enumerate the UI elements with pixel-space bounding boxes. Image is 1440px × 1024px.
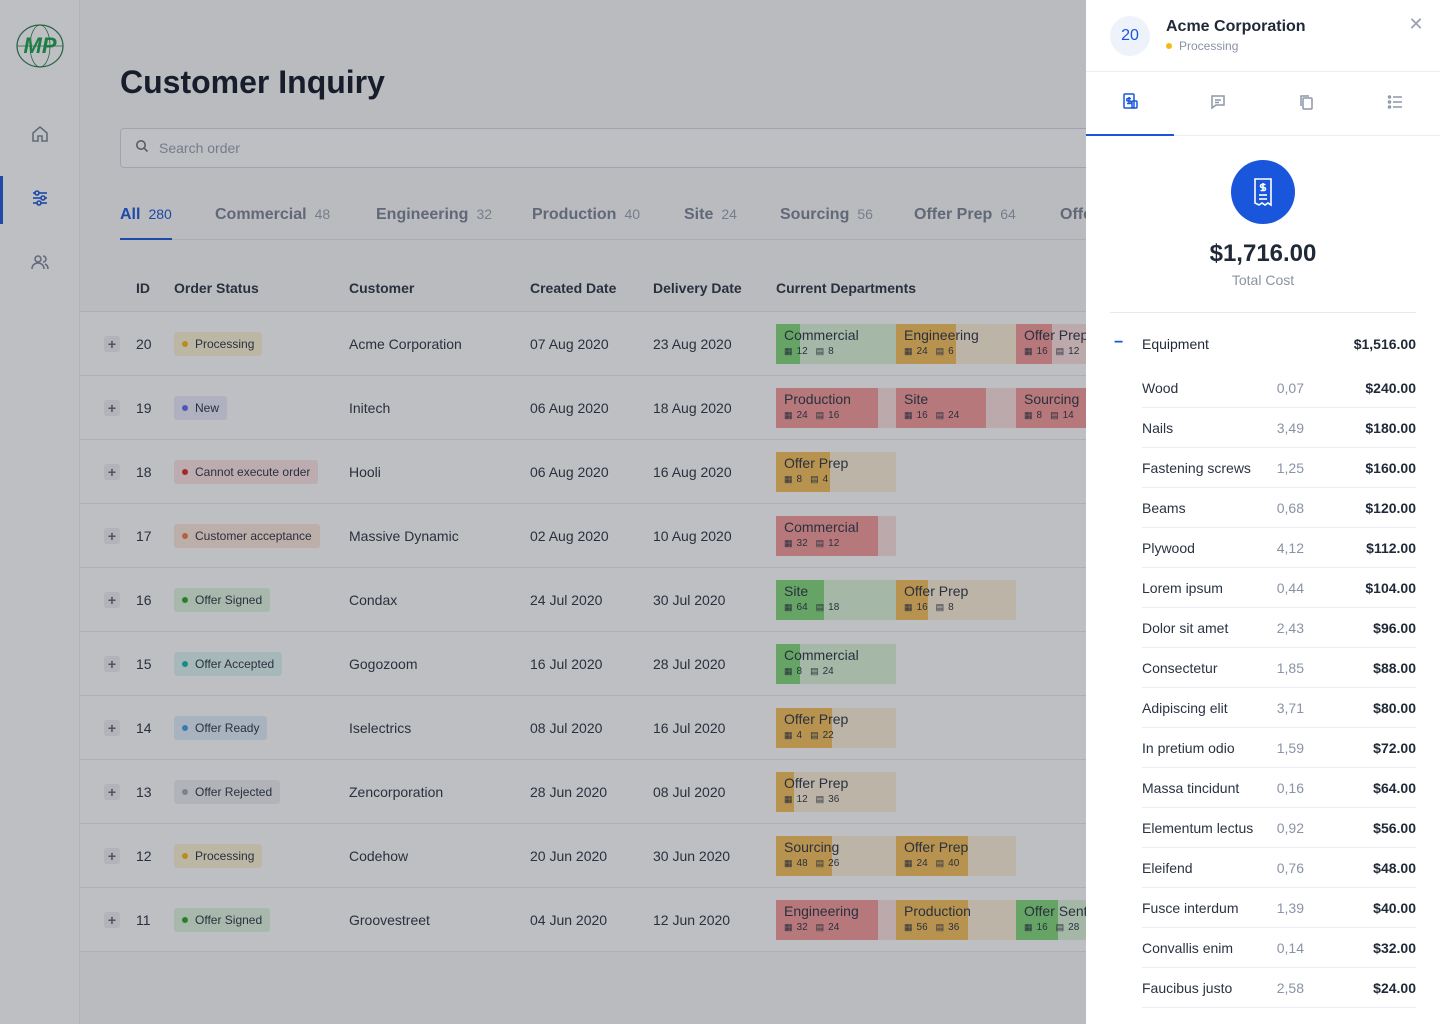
- item-amount: $180.00: [1365, 420, 1416, 436]
- order-id-avatar: 20: [1110, 16, 1150, 56]
- cost-item[interactable]: Massa tincidunt 0,16 $64.00: [1142, 768, 1416, 808]
- item-name: Adipiscing elit: [1142, 700, 1228, 716]
- item-name: Fusce interdum: [1142, 900, 1239, 916]
- item-quantity: 0,92: [1276, 820, 1304, 836]
- panel-status: Processing: [1166, 39, 1238, 53]
- item-amount: $64.00: [1373, 780, 1416, 796]
- cost-item[interactable]: Beams 0,68 $120.00: [1142, 488, 1416, 528]
- item-amount: $32.00: [1373, 940, 1416, 956]
- copy-icon: [1297, 93, 1315, 116]
- category-equipment[interactable]: − Equipment $1,516.00: [1110, 330, 1416, 358]
- category-amount: $1,516.00: [1353, 336, 1416, 352]
- item-name: Fastening screws: [1142, 460, 1251, 476]
- item-name: In pretium odio: [1142, 740, 1235, 756]
- item-quantity: 0,76: [1276, 860, 1304, 876]
- item-amount: $120.00: [1365, 500, 1416, 516]
- cost-item[interactable]: Plywood 4,12 $112.00: [1142, 528, 1416, 568]
- list-icon: [1386, 93, 1404, 116]
- invoice-icon: [1121, 92, 1139, 115]
- cost-item[interactable]: Fastening screws 1,25 $160.00: [1142, 448, 1416, 488]
- item-name: Faucibus justo: [1142, 980, 1233, 996]
- category-name: Equipment: [1142, 336, 1209, 352]
- comments-icon: [1209, 93, 1227, 116]
- item-amount: $88.00: [1373, 660, 1416, 676]
- cost-item[interactable]: Elementum lectus 0,92 $56.00: [1142, 808, 1416, 848]
- cost-item[interactable]: Fusce interdum 1,39 $40.00: [1142, 888, 1416, 928]
- item-amount: $96.00: [1373, 620, 1416, 636]
- close-icon[interactable]: ✕: [1406, 14, 1426, 34]
- total-cost-label: Total Cost: [1231, 272, 1295, 288]
- cost-item[interactable]: Faucibus justo 2,58 $24.00: [1142, 968, 1416, 1008]
- item-name: Wood: [1142, 380, 1179, 396]
- item-name: Eleifend: [1142, 860, 1193, 876]
- item-quantity: 1,85: [1276, 660, 1304, 676]
- item-amount: $160.00: [1365, 460, 1416, 476]
- item-quantity: 0,16: [1276, 780, 1304, 796]
- cost-item[interactable]: Adipiscing elit 3,71 $80.00: [1142, 688, 1416, 728]
- item-quantity: 2,58: [1276, 980, 1304, 996]
- collapse-icon[interactable]: −: [1114, 334, 1123, 352]
- tab-list[interactable]: [1351, 72, 1439, 136]
- item-quantity: 1,39: [1276, 900, 1304, 916]
- item-amount: $48.00: [1373, 860, 1416, 876]
- item-amount: $40.00: [1373, 900, 1416, 916]
- item-name: Dolor sit amet: [1142, 620, 1229, 636]
- item-name: Convallis enim: [1142, 940, 1234, 956]
- item-amount: $240.00: [1365, 380, 1416, 396]
- item-quantity: 2,43: [1276, 620, 1304, 636]
- item-quantity: 1,25: [1276, 460, 1304, 476]
- cost-item[interactable]: In pretium odio 1,59 $72.00: [1142, 728, 1416, 768]
- item-amount: $24.00: [1373, 980, 1416, 996]
- cost-item[interactable]: Lorem ipsum 0,44 $104.00: [1142, 568, 1416, 608]
- item-name: Lorem ipsum: [1142, 580, 1223, 596]
- item-amount: $56.00: [1373, 820, 1416, 836]
- item-quantity: 3,71: [1276, 700, 1304, 716]
- cost-item[interactable]: Eleifend 0,76 $48.00: [1142, 848, 1416, 888]
- receipt-icon: [1231, 160, 1295, 224]
- item-name: Consectetur: [1142, 660, 1218, 676]
- item-amount: $112.00: [1366, 540, 1416, 556]
- item-name: Elementum lectus: [1142, 820, 1254, 836]
- item-quantity: 0,44: [1276, 580, 1304, 596]
- panel-status-label: Processing: [1179, 39, 1239, 53]
- item-name: Massa tincidunt: [1142, 780, 1240, 796]
- item-amount: $80.00: [1373, 700, 1416, 716]
- divider: [1110, 312, 1416, 313]
- panel-customer-name: Acme Corporation: [1166, 18, 1306, 35]
- order-detail-panel: 20 Acme Corporation Processing ✕ $1,716.…: [1086, 0, 1440, 1024]
- item-name: Plywood: [1142, 540, 1195, 556]
- item-name: Nails: [1142, 420, 1174, 436]
- cost-item[interactable]: Convallis enim 0,14 $32.00: [1142, 928, 1416, 968]
- cost-item[interactable]: Wood 0,07 $240.00: [1142, 368, 1416, 408]
- item-name: Beams: [1142, 500, 1186, 516]
- tab-documents[interactable]: [1262, 72, 1350, 136]
- item-quantity: 4,12: [1276, 540, 1304, 556]
- item-quantity: 3,49: [1276, 420, 1304, 436]
- tab-comments[interactable]: [1174, 72, 1262, 136]
- item-amount: $72.00: [1373, 740, 1416, 756]
- cost-item[interactable]: Dolor sit amet 2,43 $96.00: [1142, 608, 1416, 648]
- panel-tabs: [1086, 71, 1440, 136]
- item-quantity: 0,14: [1276, 940, 1304, 956]
- total-cost-value: $1,716.00: [1209, 240, 1317, 267]
- item-quantity: 0,07: [1276, 380, 1304, 396]
- cost-item[interactable]: Consectetur 1,85 $88.00: [1142, 648, 1416, 688]
- tab-invoice[interactable]: [1086, 72, 1174, 136]
- item-quantity: 1,59: [1276, 740, 1304, 756]
- item-quantity: 0,68: [1276, 500, 1304, 516]
- status-dot: [1166, 43, 1172, 49]
- cost-item[interactable]: Nails 3,49 $180.00: [1142, 408, 1416, 448]
- item-amount: $104.00: [1365, 580, 1416, 596]
